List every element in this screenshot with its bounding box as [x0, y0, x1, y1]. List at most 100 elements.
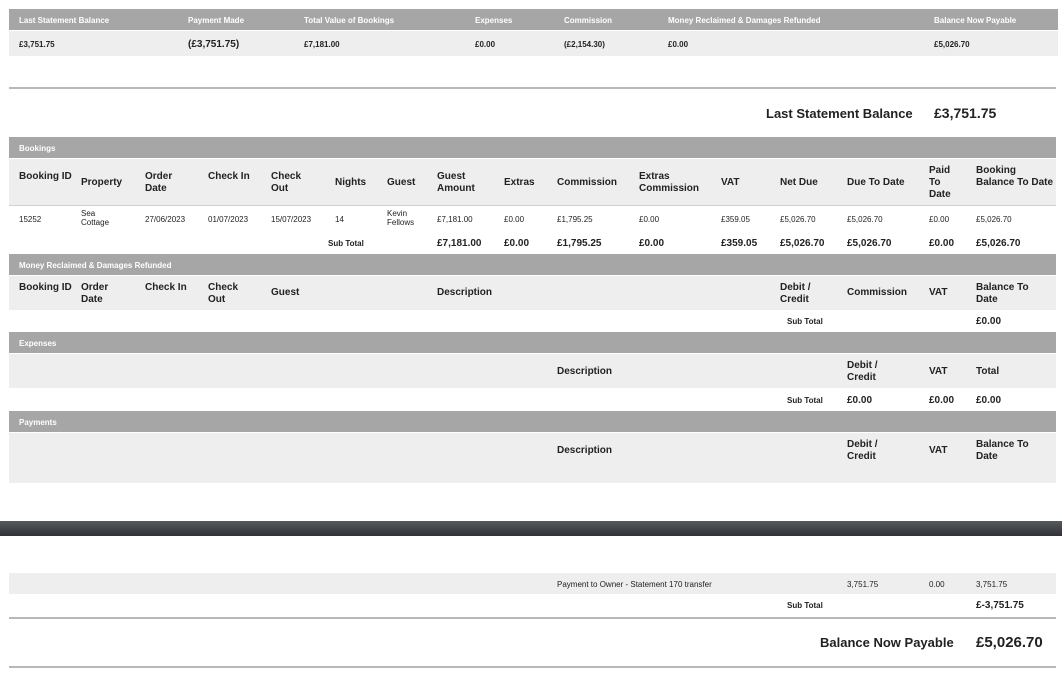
payment-description: Payment to Owner - Statement 170 transfe…	[557, 580, 712, 589]
bookings-col-extras: Extras	[504, 177, 535, 188]
bookings-section-title: Bookings	[19, 144, 56, 153]
bookings-col-due-to-date: Due To Date	[847, 177, 905, 188]
reclaimed-section-title: Money Reclaimed & Damages Refunded	[19, 261, 172, 270]
booking-guest: Kevin Fellows	[387, 209, 415, 227]
booking-guest-amount: £7,181.00	[437, 215, 473, 224]
bookings-subtotal-guest-amount: £7,181.00	[437, 238, 482, 249]
summary-value-expenses: £0.00	[475, 40, 496, 49]
payments-subtotal-label: Sub Total	[787, 601, 823, 610]
bookings-col-booking-balance: Booking Balance To Date	[976, 165, 1054, 188]
summary-value-money-reclaimed: £0.00	[668, 40, 689, 49]
payments-header-row	[9, 433, 1056, 483]
booking-check-in: 01/07/2023	[208, 215, 249, 224]
bookings-col-commission: Commission	[557, 177, 618, 188]
booking-property: Sea Cottage	[81, 209, 110, 227]
booking-commission: £1,795.25	[557, 215, 593, 224]
balance-now-value: £5,026.70	[976, 634, 1043, 651]
summary-value-balance-now: £5,026.70	[934, 40, 970, 49]
expenses-subtotal-vat: £0.00	[929, 395, 955, 406]
booking-vat: £359.05	[721, 215, 750, 224]
payments-subtotal-balance: £-3,751.75	[976, 600, 1024, 611]
payments-col-balance-to-date: Balance To Date	[976, 439, 1029, 462]
bookings-col-booking-id: Booking ID	[19, 171, 72, 182]
bookings-subtotal-balance: £5,026.70	[976, 238, 1021, 249]
expenses-subtotal-label: Sub Total	[787, 396, 823, 405]
summary-header-money-reclaimed: Money Reclaimed & Damages Refunded	[668, 16, 821, 25]
bookings-subtotal-vat: £359.05	[721, 238, 758, 249]
reclaimed-col-commission: Commission	[847, 287, 908, 298]
booking-extras: £0.00	[504, 215, 525, 224]
bookings-col-guest: Guest	[387, 177, 416, 188]
summary-header-last-balance: Last Statement Balance	[19, 16, 110, 25]
booking-nights: 14	[335, 215, 344, 224]
reclaimed-col-vat: VAT	[929, 287, 948, 298]
booking-balance-to-date: £5,026.70	[976, 215, 1012, 224]
bookings-subtotal-extras: £0.00	[504, 238, 530, 249]
payments-section-title: Payments	[19, 418, 57, 427]
booking-check-out: 15/07/2023	[271, 215, 312, 224]
payment-balance-to-date: 3,751.75	[976, 580, 1008, 589]
bookings-section-bar	[9, 137, 1056, 158]
summary-header-balance-now: Balance Now Payable	[934, 16, 1017, 25]
expenses-subtotal-debit-credit: £0.00	[847, 395, 873, 406]
payments-col-description: Description	[557, 445, 613, 456]
reclaimed-subtotal-balance: £0.00	[976, 316, 1002, 327]
reclaimed-col-check-in: Check In	[145, 282, 187, 293]
booking-due-to-date: £5,026.70	[847, 215, 883, 224]
payments-col-vat: VAT	[929, 445, 948, 456]
payments-section-bar	[9, 411, 1056, 432]
expenses-section-title: Expenses	[19, 339, 57, 348]
summary-header-row	[9, 9, 1058, 30]
expenses-col-vat: VAT	[929, 366, 948, 377]
expenses-col-debit-credit: Debit / Credit	[847, 360, 878, 383]
table-row	[9, 573, 1056, 594]
reclaimed-col-guest: Guest	[271, 287, 300, 298]
summary-value-commission: (£2,154.30)	[564, 40, 605, 49]
bookings-col-property: Property	[81, 177, 123, 188]
summary-value-payment-made: (£3,751.75)	[188, 39, 240, 50]
reclaimed-col-description: Description	[437, 287, 493, 298]
bookings-col-vat: VAT	[721, 177, 740, 188]
divider	[9, 87, 1056, 89]
bookings-subtotal-due-to-date: £5,026.70	[847, 238, 892, 249]
bookings-col-guest-amount: Guest Amount	[437, 171, 475, 194]
bookings-col-nights: Nights	[335, 177, 367, 188]
summary-value-last-balance: £3,751.75	[19, 40, 55, 49]
expenses-subtotal-total: £0.00	[976, 395, 1002, 406]
summary-value-row	[9, 31, 1058, 56]
reclaimed-col-booking-id: Booking ID	[19, 282, 72, 293]
bookings-col-paid-to-date: Paid To Date	[929, 165, 951, 200]
payments-col-debit-credit: Debit / Credit	[847, 439, 878, 462]
booking-extras-commission: £0.00	[639, 215, 660, 224]
last-statement-label: Last Statement Balance	[766, 106, 913, 121]
summary-header-payment-made: Payment Made	[188, 16, 245, 25]
booking-order-date: 27/06/2023	[145, 215, 186, 224]
reclaimed-subtotal-label: Sub Total	[787, 317, 823, 326]
booking-paid-to-date: £0.00	[929, 215, 950, 224]
bookings-col-order-date: Order Date	[145, 171, 173, 194]
reclaimed-col-balance-to-date: Balance To Date	[976, 282, 1029, 305]
bookings-subtotal-extras-commission: £0.00	[639, 238, 665, 249]
summary-header-commission: Commission	[564, 16, 613, 25]
payment-debit-credit: 3,751.75	[847, 580, 879, 589]
bookings-subtotal-commission: £1,795.25	[557, 238, 602, 249]
divider	[9, 666, 1056, 668]
payment-vat: 0.00	[929, 580, 945, 589]
bookings-subtotal-label: Sub Total	[328, 239, 364, 248]
bookings-col-extras-commission: Extras Commission	[639, 171, 700, 194]
last-statement-value: £3,751.75	[934, 105, 997, 121]
expenses-section-bar	[9, 332, 1056, 353]
summary-header-expenses: Expenses	[475, 16, 513, 25]
expenses-header-row	[9, 354, 1056, 388]
booking-net-due: £5,026.70	[780, 215, 816, 224]
expenses-col-description: Description	[557, 366, 613, 377]
reclaimed-col-check-out: Check Out	[208, 282, 239, 305]
reclaimed-col-debit-credit: Debit / Credit	[780, 282, 811, 305]
bookings-col-net-due: Net Due	[780, 177, 818, 188]
summary-value-total-bookings: £7,181.00	[304, 40, 340, 49]
reclaimed-col-order-date: Order Date	[81, 282, 109, 305]
summary-header-total-bookings: Total Value of Bookings	[304, 16, 395, 25]
divider	[9, 205, 1056, 206]
bookings-subtotal-paid-to-date: £0.00	[929, 238, 955, 249]
page-break-divider	[0, 521, 1062, 536]
